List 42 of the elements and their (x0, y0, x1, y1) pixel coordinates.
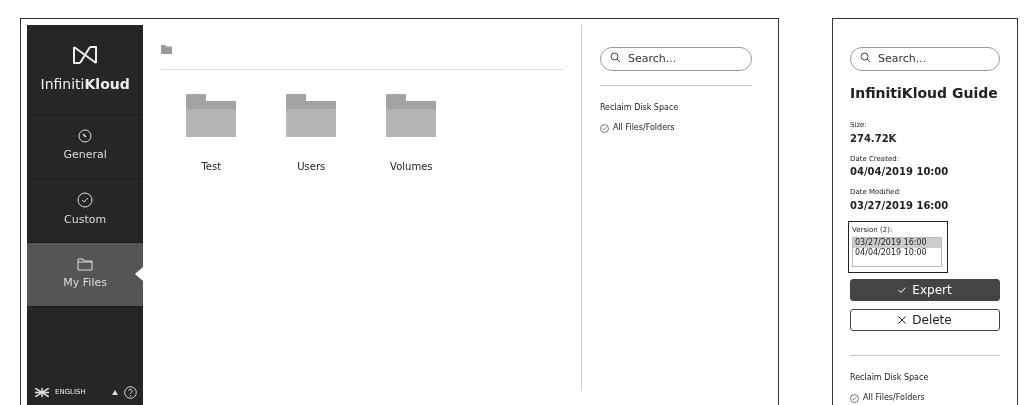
delete-button[interactable]: Delete (850, 309, 1000, 331)
logo-icon (71, 44, 100, 66)
folder-name[interactable]: Test (201, 159, 222, 174)
search-icon (860, 52, 871, 63)
nav-label: My Files (63, 275, 107, 292)
file-title: InfinitiKloud Guide (850, 84, 999, 103)
field-value: 274.72K (850, 131, 898, 146)
expert-button[interactable]: Expert (850, 279, 1000, 301)
flag-icon (35, 388, 49, 397)
nav-label: Custom (64, 212, 107, 229)
gauge-icon (78, 129, 93, 144)
folder-icon (386, 94, 437, 137)
version-item[interactable]: 03/27/2019 16:00 (853, 238, 941, 249)
folder-icon (161, 45, 173, 54)
option-label[interactable]: All Files/Folders (863, 392, 925, 404)
nav-item[interactable]: My Files (27, 243, 144, 307)
section-title: Reclaim Disk Space (850, 372, 930, 384)
option-label[interactable]: All Files/Folders (612, 122, 675, 134)
folder-icon (77, 257, 94, 272)
nav-item[interactable]: General (27, 115, 144, 179)
search-icon (609, 52, 621, 63)
brand-name: InfinitiKloud (40, 75, 130, 94)
check-circle-icon (599, 123, 609, 133)
field-value: 03/27/2019 16:00 (850, 198, 950, 213)
version-list[interactable]: 03/27/2019 16:00 04/04/2019 10:00 (852, 237, 942, 267)
field-value: 04/04/2019 10:00 (850, 165, 950, 179)
section-title: Reclaim Disk Space (599, 102, 680, 114)
folder-name[interactable]: Volumes (390, 159, 433, 174)
pointer-icon (135, 267, 144, 281)
version-item[interactable]: 04/04/2019 10:00 (853, 248, 941, 259)
close-icon (898, 316, 907, 324)
search-field[interactable]: Search... (850, 46, 1000, 71)
search-field[interactable]: Search... (599, 46, 752, 71)
folder-name[interactable]: Users (297, 159, 326, 174)
check-circle-icon (850, 393, 859, 403)
folder-icon (186, 94, 237, 137)
check-icon (898, 287, 907, 293)
check-circle-icon (77, 192, 94, 209)
folder-icon (286, 94, 337, 137)
nav-label: General (63, 147, 107, 164)
caret-up-icon (112, 390, 119, 395)
help-icon (124, 386, 138, 399)
